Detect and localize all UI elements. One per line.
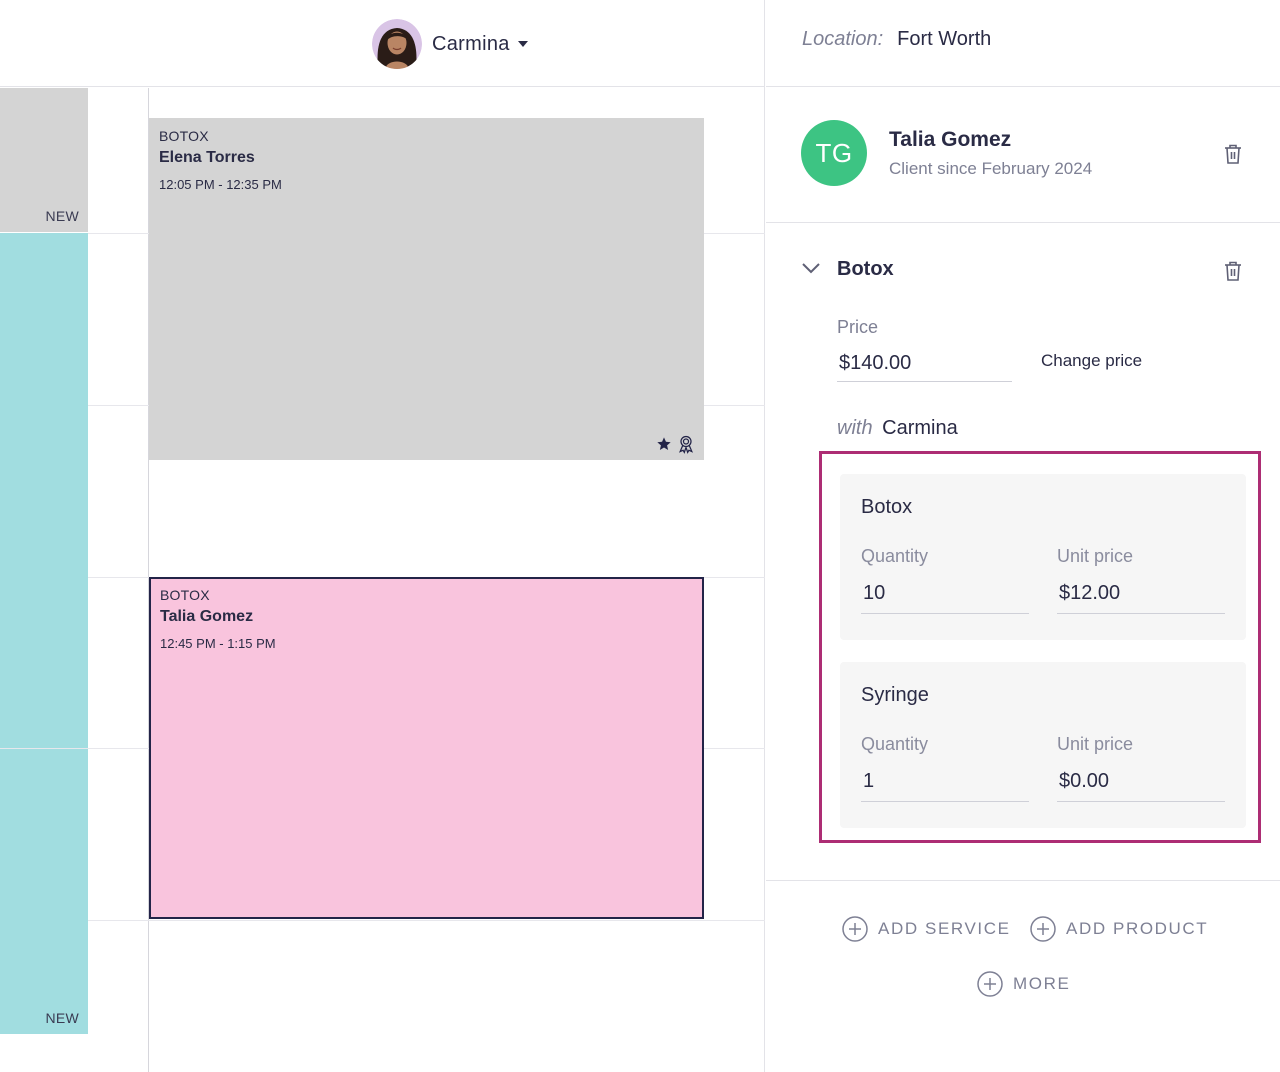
trash-icon[interactable] [1223, 143, 1243, 165]
new-label: NEW [45, 208, 79, 224]
appointment-time: 12:45 PM - 1:15 PM [160, 636, 276, 651]
plus-circle-icon [1030, 916, 1056, 942]
location-label: Location: [802, 28, 884, 50]
new-slot-block[interactable]: NEW [0, 233, 88, 1034]
add-product-button[interactable]: ADD PRODUCT [1030, 916, 1208, 942]
appointment-client: Elena Torres [159, 149, 255, 166]
appointment-details-panel: Location: Fort Worth TG Talia Gomez Clie… [766, 0, 1280, 1072]
calendar-grid: NEW NEW BOTOX Elena Torres 12:05 PM - 12… [0, 88, 765, 1072]
location-row: Location: Fort Worth [802, 28, 991, 51]
chevron-down-icon[interactable] [802, 262, 820, 274]
award-ribbon-icon [678, 435, 694, 454]
with-label: with [837, 417, 873, 439]
add-product-label: ADD PRODUCT [1066, 919, 1209, 938]
client-name[interactable]: Talia Gomez [889, 128, 1011, 152]
appointment-icons [656, 434, 696, 454]
appointment-card[interactable]: BOTOX Elena Torres 12:05 PM - 12:35 PM [149, 118, 704, 460]
chevron-down-icon [517, 41, 528, 47]
more-button[interactable]: MORE [977, 971, 1070, 997]
calendar-view: Carmina NEW NEW BOTOX Elena Torres 12:05… [0, 0, 765, 1072]
add-service-label: ADD SERVICE [878, 919, 1011, 938]
price-input[interactable] [837, 345, 1012, 382]
price-label: Price [837, 317, 879, 337]
more-label: MORE [1013, 974, 1071, 993]
star-icon [657, 437, 671, 450]
appointment-service: BOTOX [159, 128, 209, 144]
quantity-input[interactable] [861, 574, 1029, 614]
calendar-header: Carmina [0, 0, 765, 87]
product-name: Syringe [861, 684, 929, 706]
quantity-label: Quantity [861, 734, 929, 754]
staff-selector[interactable]: Carmina [372, 19, 528, 69]
quantity-label: Quantity [861, 546, 929, 566]
unit-price-label: Unit price [1057, 546, 1134, 566]
product-card: Botox Quantity Unit price [840, 474, 1246, 640]
change-price-link[interactable]: Change price [1041, 351, 1142, 371]
appointment-service: BOTOX [160, 587, 210, 603]
plus-circle-icon [842, 916, 868, 942]
unit-price-input[interactable] [1057, 574, 1225, 614]
product-card: Syringe Quantity Unit price [840, 662, 1246, 828]
add-service-button[interactable]: ADD SERVICE [842, 916, 1011, 942]
appointment-client: Talia Gomez [160, 608, 254, 625]
quantity-input[interactable] [861, 762, 1029, 802]
new-label: NEW [45, 1010, 79, 1026]
divider [766, 86, 1280, 87]
staff-name: Carmina [432, 32, 510, 55]
service-title: Botox [837, 258, 894, 280]
appointment-time: 12:05 PM - 12:35 PM [159, 177, 282, 192]
staff-avatar-photo [372, 19, 422, 69]
unit-price-label: Unit price [1057, 734, 1134, 754]
unit-price-input[interactable] [1057, 762, 1225, 802]
new-slot-block[interactable]: NEW [0, 88, 88, 232]
with-staff-name[interactable]: Carmina [882, 417, 958, 439]
products-highlight: Botox Quantity Unit price Syringe Quanti… [819, 451, 1261, 843]
plus-circle-icon [977, 971, 1003, 997]
divider [766, 880, 1280, 881]
location-value[interactable]: Fort Worth [897, 28, 991, 51]
time-gridline [88, 920, 765, 921]
product-name: Botox [861, 496, 913, 518]
staff-row: with Carmina [837, 417, 958, 440]
client-avatar: TG [801, 120, 867, 186]
divider [766, 222, 1280, 223]
client-since: Client since February 2024 [889, 159, 1093, 178]
appointment-card-selected[interactable]: BOTOX Talia Gomez 12:45 PM - 1:15 PM [149, 577, 704, 919]
trash-icon[interactable] [1223, 260, 1243, 282]
